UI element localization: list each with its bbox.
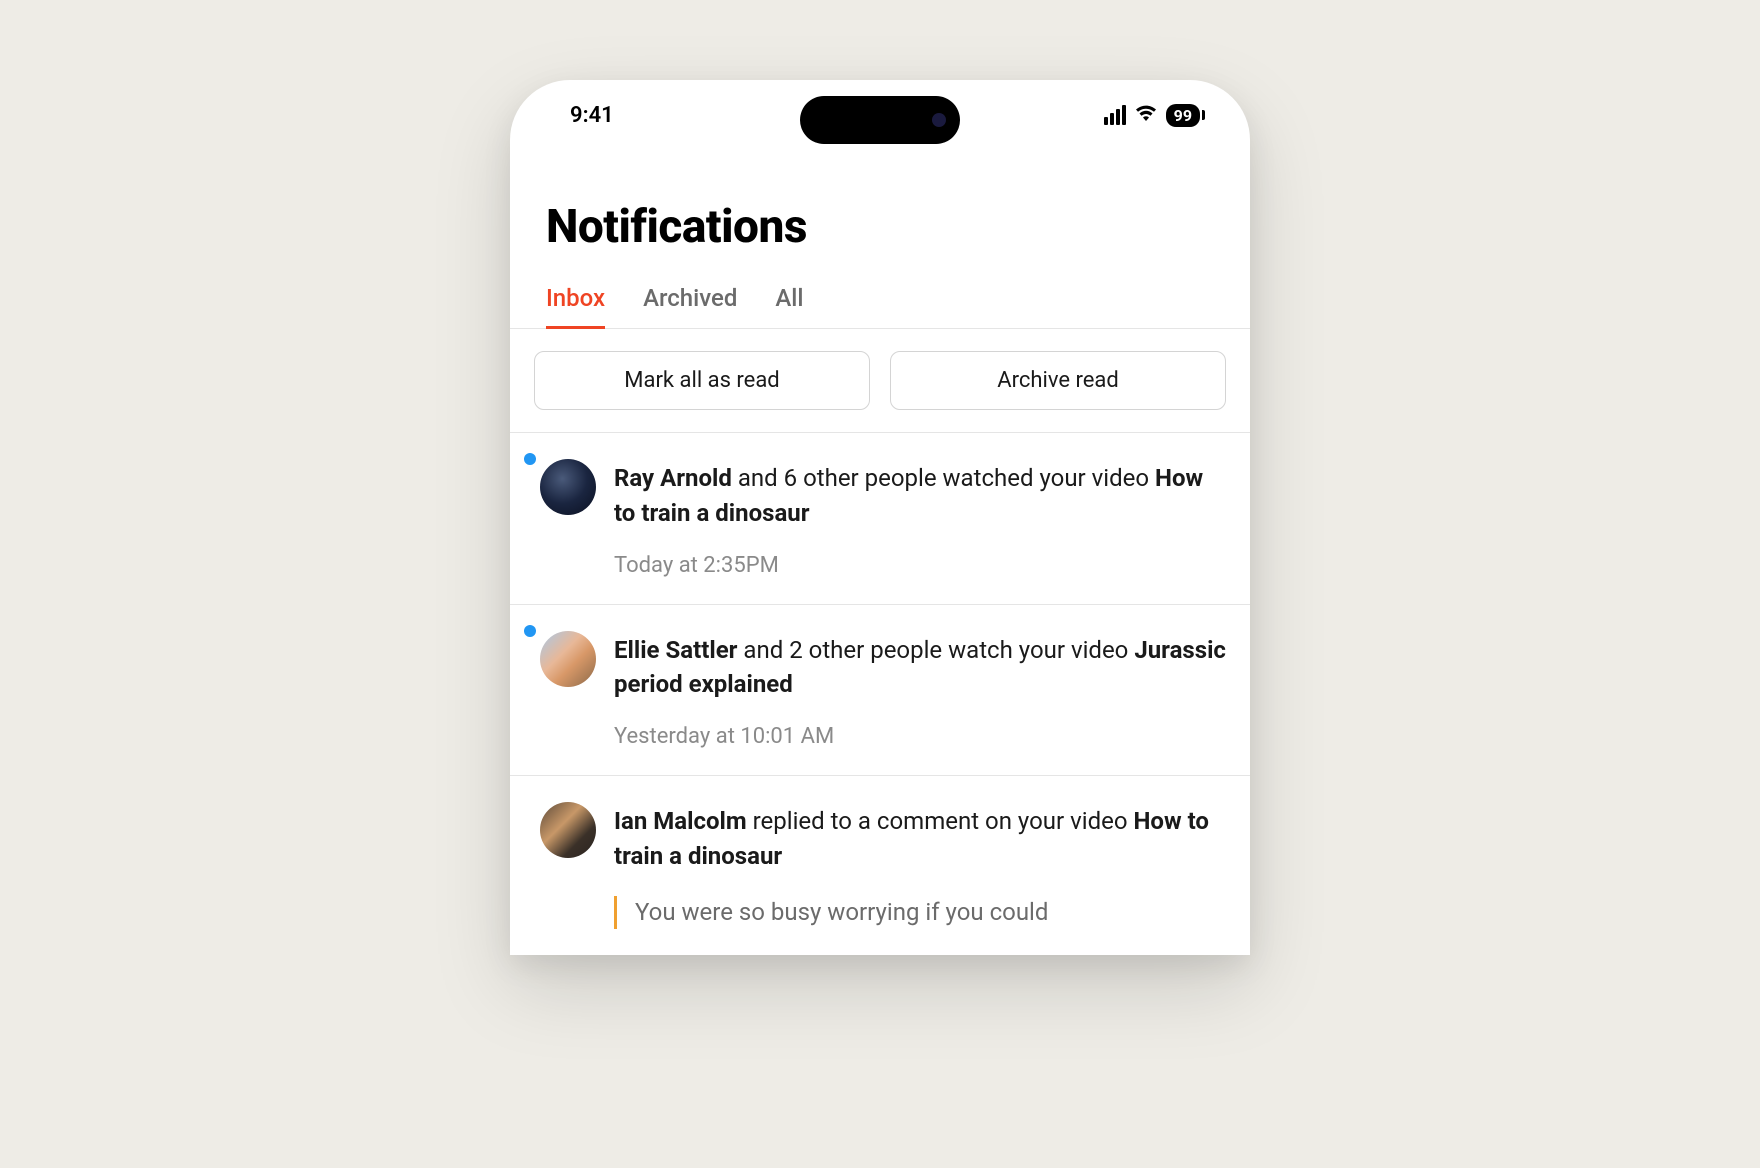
battery-icon: 99 — [1166, 104, 1200, 127]
unread-dot-icon — [524, 453, 536, 465]
notification-body: Ray Arnold and 6 other people watched yo… — [614, 459, 1226, 578]
status-bar: 9:41 99 — [510, 80, 1250, 150]
actor-name: Ray Arnold — [614, 464, 732, 492]
dynamic-island — [800, 96, 960, 144]
mark-all-read-button[interactable]: Mark all as read — [534, 351, 870, 410]
notification-item[interactable]: Ray Arnold and 6 other people watched yo… — [510, 433, 1250, 605]
camera-dot-icon — [932, 113, 946, 127]
notification-time: Yesterday at 10:01 AM — [614, 724, 1226, 749]
wifi-icon — [1134, 103, 1158, 127]
actor-name: Ian Malcolm — [614, 807, 747, 835]
notification-item[interactable]: Ian Malcolm replied to a comment on your… — [510, 776, 1250, 955]
avatar — [540, 459, 596, 515]
notification-list: Ray Arnold and 6 other people watched yo… — [510, 432, 1250, 955]
notification-middle: replied to a comment on your video — [747, 807, 1134, 835]
comment-quote: You were so busy worrying if you could — [614, 896, 1226, 930]
notification-time: Today at 2:35PM — [614, 553, 1226, 578]
tabs: Inbox Archived All — [510, 274, 1250, 329]
notification-body: Ian Malcolm replied to a comment on your… — [614, 802, 1226, 929]
phone-frame: 9:41 99 Notifications Inbo — [510, 80, 1250, 955]
notification-text: Ian Malcolm replied to a comment on your… — [614, 804, 1226, 874]
content-area: Notifications Inbox Archived All Mark al… — [510, 150, 1250, 955]
notification-text: Ray Arnold and 6 other people watched yo… — [614, 461, 1226, 531]
actor-name: Ellie Sattler — [614, 636, 737, 664]
notification-item[interactable]: Ellie Sattler and 2 other people watch y… — [510, 605, 1250, 777]
actions-row: Mark all as read Archive read — [510, 329, 1250, 432]
notification-body: Ellie Sattler and 2 other people watch y… — [614, 631, 1226, 750]
cellular-signal-icon — [1102, 105, 1126, 125]
avatar — [540, 802, 596, 858]
tab-inbox[interactable]: Inbox — [546, 274, 605, 329]
page-title: Notifications — [510, 150, 1250, 274]
status-time: 9:41 — [570, 103, 614, 128]
notification-middle: and 6 other people watched your video — [732, 464, 1155, 492]
status-icons: 99 — [1102, 103, 1200, 127]
archive-read-button[interactable]: Archive read — [890, 351, 1226, 410]
notification-text: Ellie Sattler and 2 other people watch y… — [614, 633, 1226, 703]
avatar — [540, 631, 596, 687]
notification-middle: and 2 other people watch your video — [737, 636, 1134, 664]
tab-all[interactable]: All — [775, 274, 803, 329]
unread-dot-icon — [524, 625, 536, 637]
battery-level: 99 — [1174, 106, 1192, 125]
tab-archived[interactable]: Archived — [643, 274, 737, 329]
